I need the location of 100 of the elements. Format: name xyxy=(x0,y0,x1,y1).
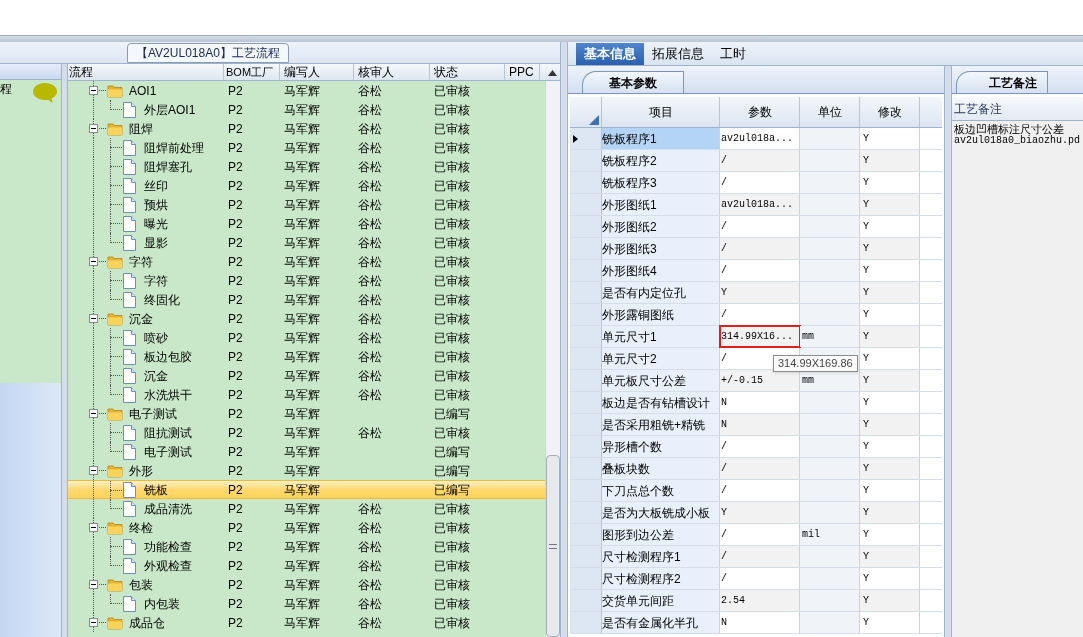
tree-item-label[interactable]: 外形 xyxy=(129,461,153,480)
tree-row[interactable]: 电子测试 P2 马军辉 已编写 xyxy=(68,404,545,423)
row-header-cell[interactable] xyxy=(570,502,602,523)
notes-tab[interactable]: 工艺备注 xyxy=(956,71,1048,93)
table-cell[interactable]: 单元板尺寸公差 xyxy=(602,370,720,391)
table-cell[interactable]: 外形图纸4 xyxy=(602,260,720,281)
column-header[interactable]: 参数 xyxy=(720,97,800,127)
tree-item-label[interactable]: 电子测试 xyxy=(144,442,192,461)
table-cell[interactable]: 是否为大板铣成小板 xyxy=(602,502,720,523)
panel-title-tab[interactable]: 【AV2UL018A0】工艺流程 xyxy=(127,43,289,63)
splitter-bar[interactable] xyxy=(945,66,952,637)
collapse-toggle-icon[interactable] xyxy=(89,409,98,418)
tree-item-label[interactable]: 功能检查 xyxy=(144,537,192,556)
collapse-toggle-icon[interactable] xyxy=(89,466,98,475)
tree-item-label[interactable]: 预烘 xyxy=(144,195,168,214)
table-cell[interactable]: 是否采用粗铣+精铣 xyxy=(602,414,720,435)
tab[interactable]: 工时 xyxy=(712,43,754,65)
tree-item-label[interactable]: 成品仓 xyxy=(129,613,165,632)
row-header-cell[interactable] xyxy=(570,304,602,325)
tree-item-label[interactable]: 丝印 xyxy=(144,176,168,195)
row-header-cell[interactable] xyxy=(570,216,602,237)
tree-row[interactable]: 成品清洗 P2 马军辉 谷松 已审核 xyxy=(68,499,545,518)
tab[interactable]: 基本信息 xyxy=(576,43,644,65)
row-header-cell[interactable] xyxy=(570,436,602,457)
table-cell[interactable]: 是否有内定位孔 xyxy=(602,282,720,303)
splitter-bar[interactable] xyxy=(62,64,68,637)
collapse-toggle-icon[interactable] xyxy=(89,314,98,323)
tree-row[interactable]: 喷砂 P2 马军辉 谷松 已审核 xyxy=(68,328,545,347)
table-cell[interactable]: 图形到边公差 xyxy=(602,524,720,545)
tree-item-label[interactable]: 字符 xyxy=(144,271,168,290)
row-header-cell[interactable] xyxy=(570,348,602,369)
tree-item-label[interactable]: 终固化 xyxy=(144,290,180,309)
row-header-cell[interactable] xyxy=(570,194,602,215)
tree-row[interactable]: 铣板 P2 马军辉 已编写 xyxy=(68,480,545,499)
tree-row[interactable]: 阻焊塞孔 P2 马军辉 谷松 已审核 xyxy=(68,157,545,176)
table-cell[interactable]: 外形露铜图纸 xyxy=(602,304,720,325)
scroll-up-icon[interactable] xyxy=(548,70,557,76)
tree-row[interactable]: 电子测试 P2 马军辉 已编写 xyxy=(68,442,545,461)
row-header-cell[interactable] xyxy=(570,282,602,303)
table-cell[interactable]: 下刀点总个数 xyxy=(602,480,720,501)
tree-row[interactable]: 预烘 P2 马军辉 谷松 已审核 xyxy=(68,195,545,214)
tree-item-label[interactable]: 水洗烘干 xyxy=(144,385,192,404)
tree-item-label[interactable]: 喷砂 xyxy=(144,328,168,347)
tree-item-label[interactable]: 外观检查 xyxy=(144,556,192,575)
tree-row[interactable]: 功能检查 P2 马军辉 谷松 已审核 xyxy=(68,537,545,556)
tree-row[interactable]: 外层AOI1 P2 马军辉 谷松 已审核 xyxy=(68,100,545,119)
tree-row[interactable]: 终检 P2 马军辉 谷松 已审核 xyxy=(68,518,545,537)
collapse-toggle-icon[interactable] xyxy=(89,618,98,627)
tree-item-label[interactable]: 阻抗测试 xyxy=(144,423,192,442)
tree-item-label[interactable]: 字符 xyxy=(129,252,153,271)
tree-item-label[interactable]: 阻焊 xyxy=(129,119,153,138)
column-header[interactable]: 修改 xyxy=(860,97,920,127)
table-cell[interactable]: 是否有金属化半孔 xyxy=(602,612,720,633)
tree-row[interactable]: 阻焊 P2 马军辉 谷松 已审核 xyxy=(68,119,545,138)
tree-item-label[interactable]: AOI1 xyxy=(129,81,157,100)
tree-item-label[interactable]: 包装 xyxy=(129,575,153,594)
collapse-toggle-icon[interactable] xyxy=(89,523,98,532)
row-header-cell[interactable] xyxy=(570,414,602,435)
table-cell[interactable]: 尺寸检测程序1 xyxy=(602,546,720,567)
column-header[interactable]: 项目 xyxy=(602,97,720,127)
collapse-toggle-icon[interactable] xyxy=(89,86,98,95)
column-header[interactable]: 编写人 xyxy=(280,64,354,80)
collapse-toggle-icon[interactable] xyxy=(89,124,98,133)
tree-row[interactable]: 丝印 P2 马军辉 谷松 已审核 xyxy=(68,176,545,195)
tree-item-label[interactable]: 沉金 xyxy=(144,366,168,385)
tree-row[interactable]: 板边包胶 P2 马军辉 谷松 已审核 xyxy=(68,347,545,366)
row-header-cell[interactable] xyxy=(570,260,602,281)
table-cell[interactable]: 交货单元间距 xyxy=(602,590,720,611)
row-header-cell[interactable] xyxy=(570,370,602,391)
row-header-cell[interactable] xyxy=(570,128,602,149)
tree-item-label[interactable]: 曝光 xyxy=(144,214,168,233)
tree-row[interactable]: 终固化 P2 马军辉 谷松 已审核 xyxy=(68,290,545,309)
tree-item-label[interactable]: 电子测试 xyxy=(129,404,177,423)
sub-tab[interactable]: 基本参数 xyxy=(582,71,684,93)
tree-item-label[interactable]: 阻焊前处理 xyxy=(144,138,204,157)
table-cell[interactable]: 叠板块数 xyxy=(602,458,720,479)
column-header[interactable]: 流程 xyxy=(68,64,224,80)
row-header-cell[interactable] xyxy=(570,568,602,589)
column-header[interactable]: 单位 xyxy=(800,97,860,127)
table-cell[interactable]: 铣板程序3 xyxy=(602,172,720,193)
collapse-toggle-icon[interactable] xyxy=(89,257,98,266)
tree-item-label[interactable]: 外层AOI1 xyxy=(144,100,196,119)
table-cell[interactable]: 铣板程序1 xyxy=(602,128,720,149)
row-header-cell[interactable] xyxy=(570,524,602,545)
tree-item-label[interactable]: 铣板 xyxy=(144,480,168,499)
column-header[interactable]: 状态 xyxy=(430,64,505,80)
row-header-cell[interactable] xyxy=(570,546,602,567)
tree-row[interactable]: 字符 P2 马军辉 谷松 已审核 xyxy=(68,252,545,271)
row-header-cell[interactable] xyxy=(570,392,602,413)
tree-row[interactable]: 沉金 P2 马军辉 谷松 已审核 xyxy=(68,366,545,385)
row-header-cell[interactable] xyxy=(570,590,602,611)
column-header[interactable]: 核审人 xyxy=(354,64,430,80)
tree-item-label[interactable]: 阻焊塞孔 xyxy=(144,157,192,176)
tree-item-label[interactable]: 终检 xyxy=(129,518,153,537)
tree-item-label[interactable]: 板边包胶 xyxy=(144,347,192,366)
tree-row[interactable]: 阻焊前处理 P2 马军辉 谷松 已审核 xyxy=(68,138,545,157)
tree-row[interactable]: 曝光 P2 马军辉 谷松 已审核 xyxy=(68,214,545,233)
tree-row[interactable]: 水洗烘干 P2 马军辉 谷松 已审核 xyxy=(68,385,545,404)
row-header-cell[interactable] xyxy=(570,612,602,633)
tree-row[interactable]: AOI1 P2 马军辉 谷松 已审核 xyxy=(68,81,545,100)
